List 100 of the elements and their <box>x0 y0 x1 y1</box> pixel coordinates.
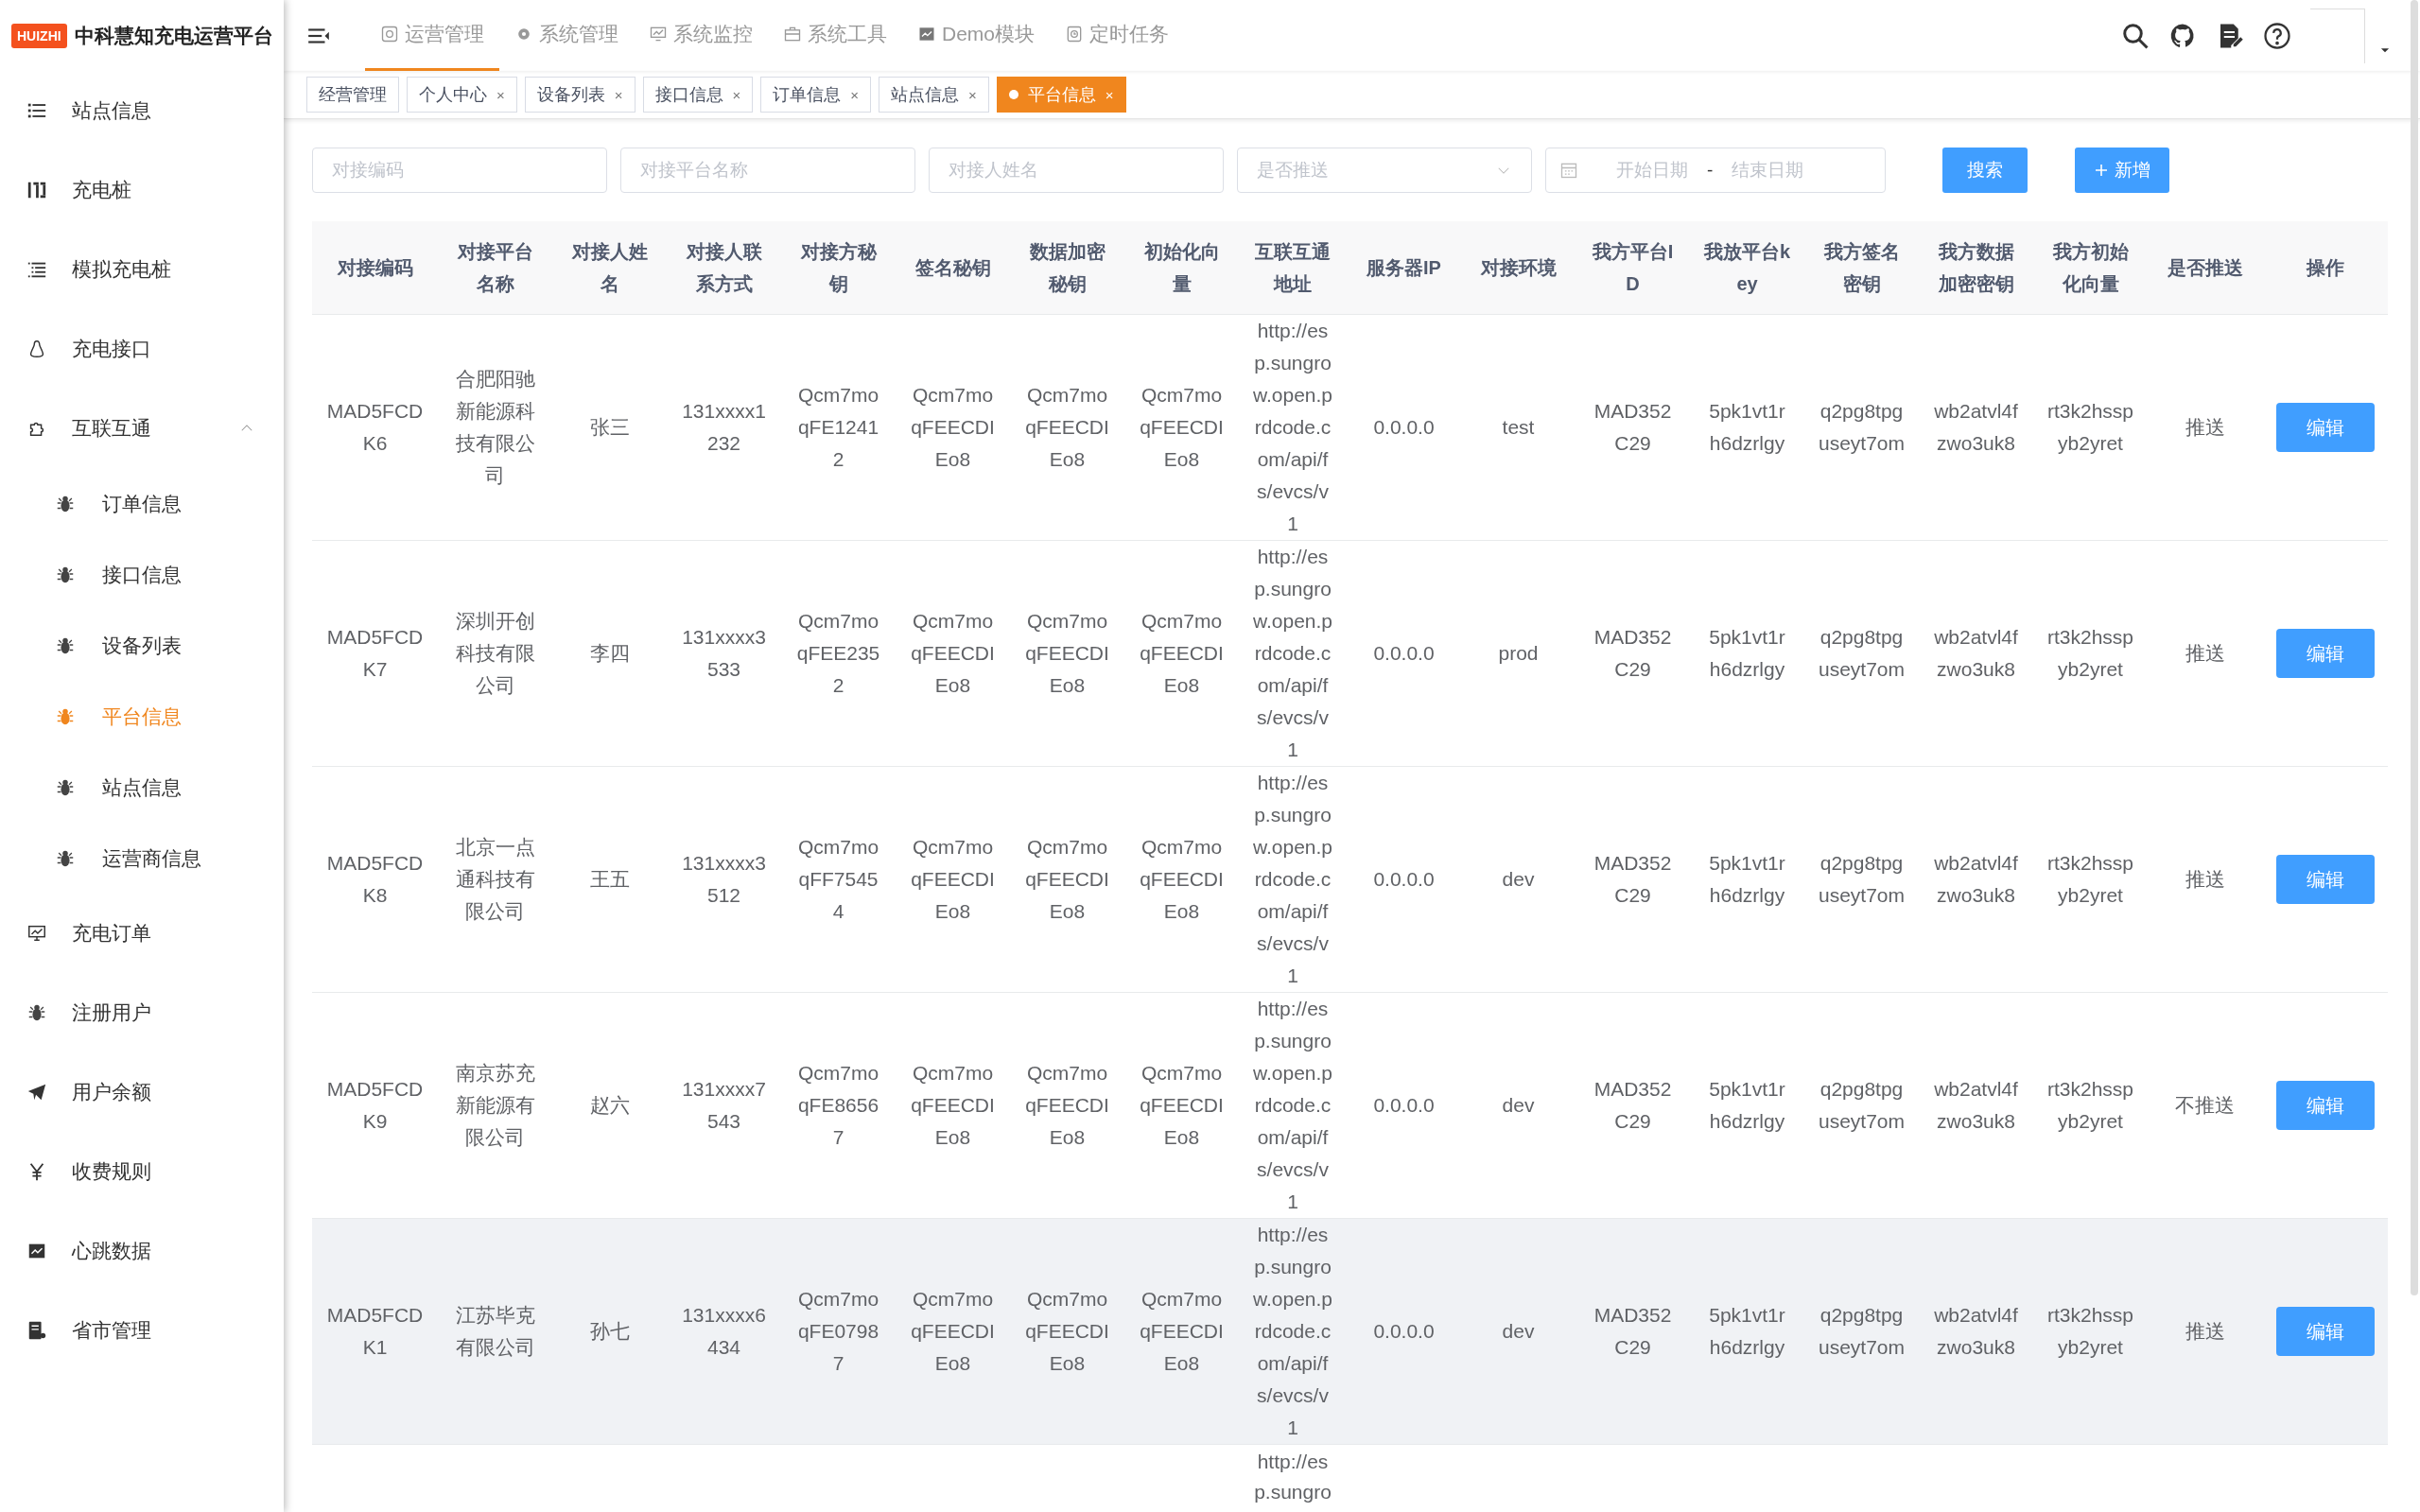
tag-tab[interactable]: 经营管理 <box>306 77 399 113</box>
table-cell: 孙七 <box>589 1320 630 1342</box>
sidebar-subitem[interactable]: 接口信息 <box>0 539 284 610</box>
table-cell: 131xxxx6434 <box>682 1304 766 1358</box>
sidebar-item[interactable]: 省市管理 <box>0 1291 284 1370</box>
column-header: 我放平台key <box>1690 221 1804 315</box>
table-cell: Qcm7moqFEECDIEo8 <box>1140 836 1224 922</box>
table-cell: MAD5FCDK7 <box>326 626 424 680</box>
table-cell: 赵六 <box>589 1094 630 1116</box>
table-cell: 131xxxx3533 <box>682 626 766 680</box>
column-header: 签名秘钥 <box>896 221 1010 315</box>
column-header: 对接平台名称 <box>438 221 552 315</box>
sidebar-item[interactable]: 心跳数据 <box>0 1211 284 1291</box>
tag-tab[interactable]: 站点信息 × <box>879 77 989 113</box>
table-cell: dev <box>1502 1094 1535 1116</box>
table-cell: Qcm7moqFE12412 <box>797 384 879 470</box>
table-cell: Qcm7moqFEECDIEo8 <box>1025 836 1109 922</box>
tag-label: 站点信息 <box>891 84 960 106</box>
table-cell: 不推送 <box>2175 1094 2235 1116</box>
table-cell: 0.0.0.0 <box>1373 416 1435 438</box>
sidebar-item[interactable]: 充电订单 <box>0 894 284 973</box>
table-cell: 推送 <box>2185 416 2225 438</box>
table-cell: 江苏毕克有限公司 <box>455 1304 535 1358</box>
sidebar-subitem[interactable]: 设备列表 <box>0 610 284 681</box>
table-cell: rt3k2hsspyb2yret <box>2046 852 2133 906</box>
column-header: 是否推送 <box>2148 221 2262 315</box>
table-cell: rt3k2hsspyb2yret <box>2046 626 2133 680</box>
tag-label: 订单信息 <box>773 84 842 106</box>
close-button[interactable]: × <box>968 86 977 103</box>
table-cell: Qcm7moqFEECDIEo8 <box>1140 384 1224 470</box>
table-cell: 0.0.0.0 <box>1373 1320 1435 1342</box>
input-field[interactable]: 对接平台名称 <box>620 148 915 193</box>
sidebar-subitem[interactable]: 订单信息 <box>0 468 284 539</box>
table-cell: Qcm7moqFEECDIEo8 <box>911 1062 995 1148</box>
sidebar-subitem[interactable]: 站点信息 <box>0 752 284 823</box>
table-cell: MAD352C29 <box>1593 400 1672 454</box>
table-cell: 推送 <box>2185 868 2225 890</box>
tag-tab[interactable]: 个人中心 × <box>407 77 517 113</box>
input-field[interactable]: 对接编码 <box>312 148 607 193</box>
table-cell: 推送 <box>2185 642 2225 664</box>
table-cell: MAD5FCDK6 <box>326 400 424 454</box>
sidebar-item[interactable]: 充电接口 <box>0 309 284 389</box>
table-cell: MAD5FCDK1 <box>326 1304 424 1358</box>
tag-label: 个人中心 <box>419 84 487 106</box>
table-cell: Qcm7moqFEECDIEo8 <box>1025 610 1109 696</box>
table-cell: q2pg8tpguseyt7om <box>1818 400 1905 454</box>
column-header: 对接人姓名 <box>552 221 667 315</box>
table-cell: 5pk1vt1rh6dzrlgy <box>1709 400 1785 454</box>
sidebar-item[interactable]: 互联互通 <box>0 389 284 468</box>
table-cell: prod <box>1498 642 1539 664</box>
table-cell: rt3k2hsspyb2yret <box>2046 1078 2133 1132</box>
table-cell: Qcm7moqFEECDIEo8 <box>911 1288 995 1374</box>
table-cell: Qcm7moqFF75454 <box>797 836 879 922</box>
table-cell: 131xxxx1232 <box>682 400 766 454</box>
tag-label: 经营管理 <box>319 84 387 106</box>
column-header: 对接方秘钥 <box>781 221 896 315</box>
input-field[interactable]: 对接人姓名 <box>929 148 1224 193</box>
sidebar-subitem[interactable]: 运营商信息 <box>0 823 284 894</box>
column-header: 互联互通地址 <box>1239 221 1347 315</box>
table-cell: Qcm7moqFEECDIEo8 <box>1025 1062 1109 1148</box>
sidebar-item[interactable]: 用户余额 <box>0 1052 284 1132</box>
column-header: 对接人联系方式 <box>667 221 781 315</box>
sidebar-item[interactable]: 模拟充电桩 <box>0 230 284 309</box>
tag-tab[interactable]: 订单信息 × <box>760 77 872 113</box>
table-cell: Qcm7moqFEE2352 <box>796 610 880 696</box>
sidebar-item[interactable]: 充电桩 <box>0 150 284 230</box>
table-cell: MAD352C29 <box>1593 626 1672 680</box>
table-cell: 5pk1vt1rh6dzrlgy <box>1709 1078 1785 1132</box>
table-cell: 5pk1vt1rh6dzrlgy <box>1709 626 1785 680</box>
table-cell: Qcm7moqFEECDIEo8 <box>1140 610 1224 696</box>
table-cell: q2pg8tpguseyt7om <box>1818 852 1905 906</box>
column-header: 对接环境 <box>1461 221 1576 315</box>
table-cell: Qcm7moqFEECDIEo8 <box>1140 1288 1224 1374</box>
close-button[interactable]: × <box>496 86 505 103</box>
table-cell: Qcm7moqFEECDIEo8 <box>1025 1288 1109 1374</box>
column-header: 操作 <box>2262 221 2388 315</box>
table-cell: 131xxxx3512 <box>682 852 766 906</box>
sidebar-item[interactable]: 站点信息 <box>0 71 284 150</box>
sidebar-item[interactable]: 注册用户 <box>0 973 284 1052</box>
table-cell: Qcm7moqFEECDIEo8 <box>911 610 995 696</box>
table-cell: 推送 <box>2185 1320 2225 1342</box>
table-cell: dev <box>1502 868 1535 890</box>
app-title: 中科慧知充电运营平台 <box>74 23 273 48</box>
column-header: 数据加密秘钥 <box>1010 221 1124 315</box>
tag-tab[interactable]: 设备列表 × <box>524 77 635 113</box>
table-cell: rt3k2hsspyb2yret <box>2046 400 2133 454</box>
table-cell: Qcm7moqFEECDIEo8 <box>911 384 995 470</box>
table-cell: 0.0.0.0 <box>1373 642 1435 664</box>
sidebar-item[interactable]: 收费规则 <box>0 1132 284 1211</box>
close-button[interactable]: × <box>850 86 860 103</box>
table-cell: wb2atvl4fzwo3uk8 <box>1934 1078 2018 1132</box>
column-header: 对接编码 <box>312 221 438 315</box>
table-cell: 南京苏充新能源有限公司 <box>455 1062 535 1148</box>
date-range-field[interactable]: 开始日期 - 结束日期 <box>1545 148 1886 193</box>
table-cell: MAD352C29 <box>1593 1078 1672 1132</box>
tag-label: 平台信息 <box>1027 84 1096 106</box>
tag-tab[interactable]: 接口信息 × <box>642 77 754 113</box>
close-button[interactable]: × <box>614 86 623 103</box>
table-cell: MAD352C29 <box>1593 1304 1672 1358</box>
close-button[interactable]: × <box>732 86 741 103</box>
